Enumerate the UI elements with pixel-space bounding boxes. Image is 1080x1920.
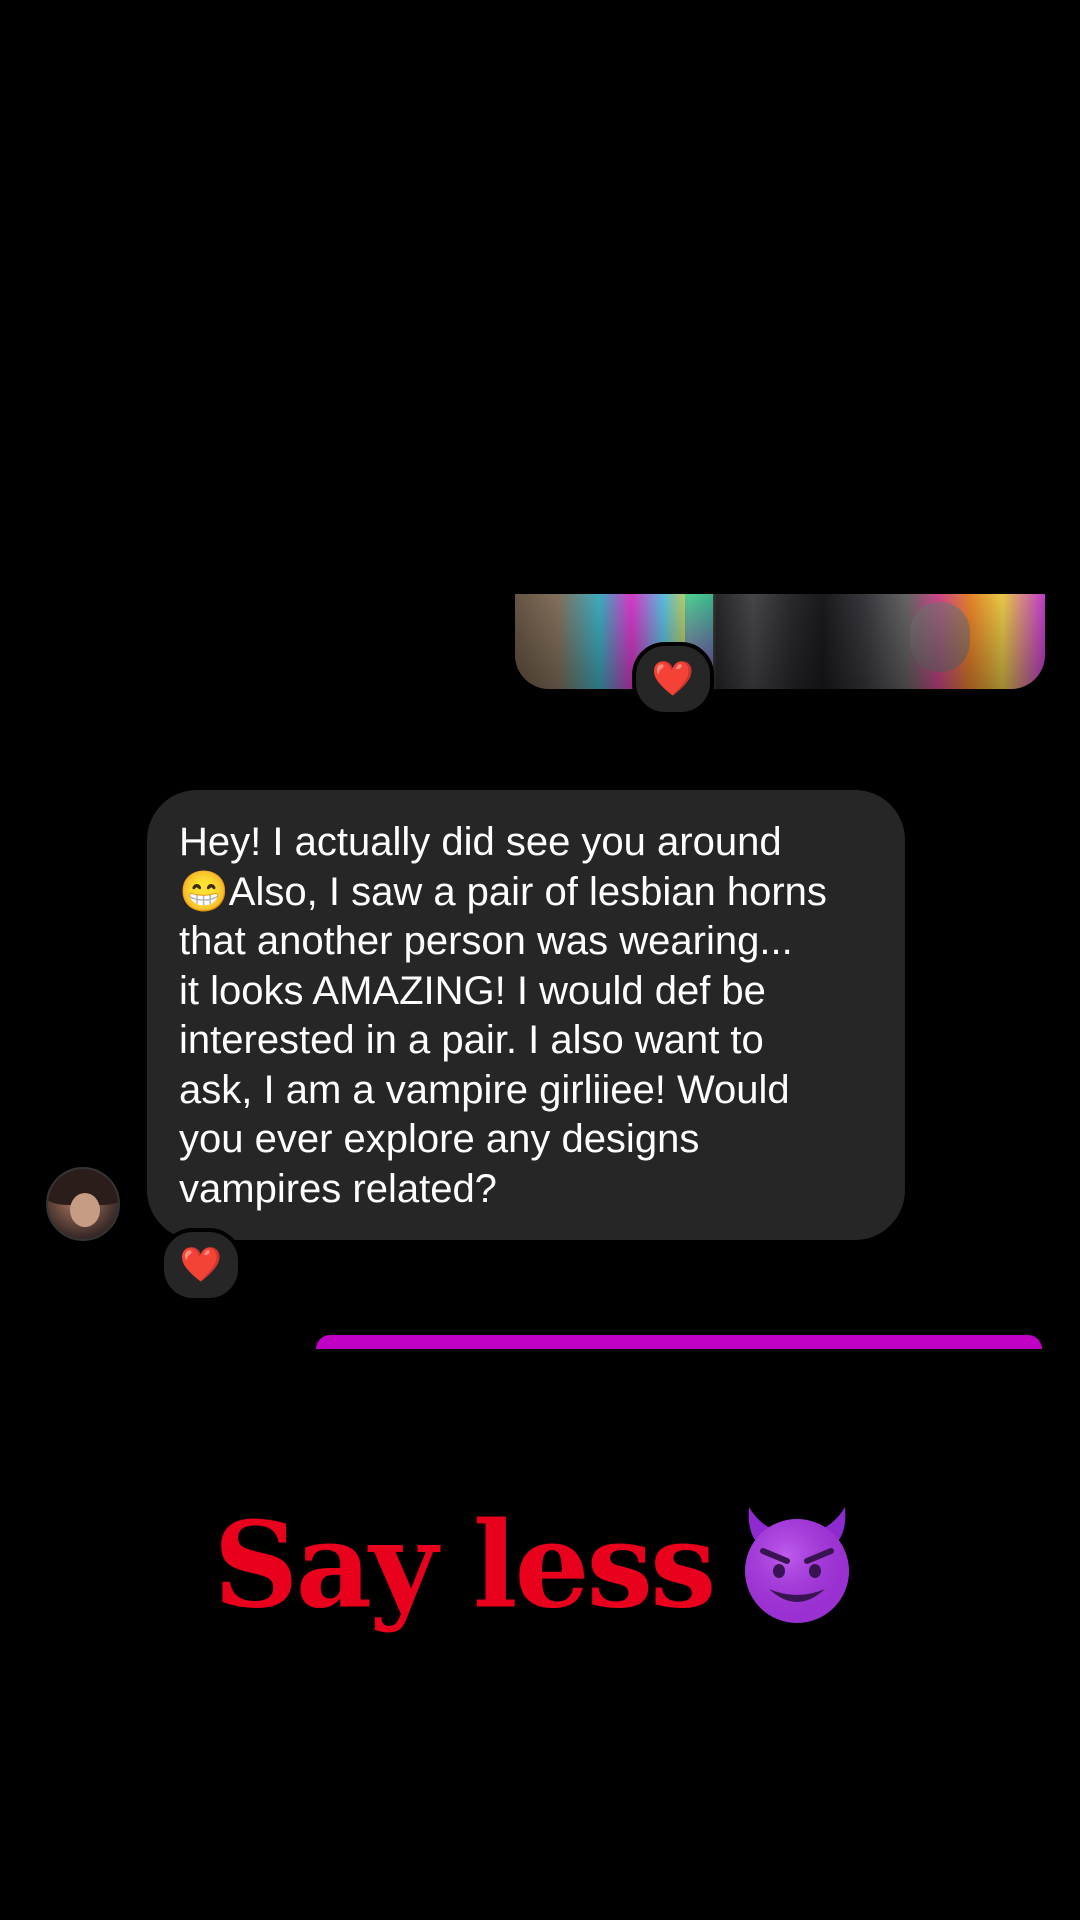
sent-photo-bubble[interactable] bbox=[515, 594, 1045, 689]
received-message-bubble[interactable]: Hey! I actually did see you around 😁Also… bbox=[147, 790, 905, 1240]
overlay-caption: Say less bbox=[0, 1495, 1080, 1635]
heart-icon: ❤️ bbox=[651, 659, 695, 699]
photo-shade bbox=[515, 594, 1045, 689]
smiling-devil-icon bbox=[744, 1507, 849, 1623]
caption-text: Say less bbox=[213, 1495, 716, 1635]
heart-reaction-badge[interactable]: ❤️ bbox=[160, 1228, 242, 1302]
sent-message-bubble-edge[interactable] bbox=[316, 1335, 1042, 1349]
sender-avatar[interactable] bbox=[46, 1167, 120, 1241]
heart-icon: ❤️ bbox=[179, 1245, 223, 1285]
message-text: Hey! I actually did see you around 😁Also… bbox=[179, 820, 827, 1211]
heart-reaction-badge[interactable]: ❤️ bbox=[632, 642, 714, 716]
avatar-face bbox=[70, 1193, 100, 1227]
